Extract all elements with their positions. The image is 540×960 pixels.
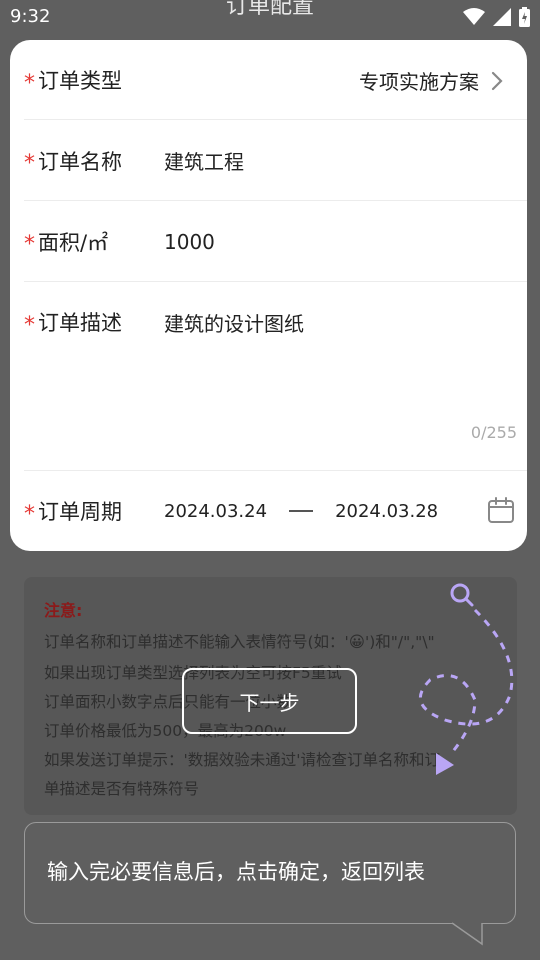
- area-label: 面积/㎡: [38, 230, 109, 255]
- order-form-card: * 订单类型 专项实施方案 * 订单名称 建筑工程 * 面积/㎡ 1000 * …: [10, 40, 527, 551]
- signal-icon: [493, 8, 511, 26]
- notice-line: 订单名称和订单描述不能输入表情符号(如：'😀')和"/","\": [44, 633, 435, 651]
- date-range-dash: [289, 510, 314, 512]
- description-textarea[interactable]: 建筑的设计图纸: [164, 308, 304, 337]
- tip-bubble-tail: [452, 922, 483, 946]
- tip-bubble: 输入完必要信息后，点击确定，返回列表: [24, 822, 516, 924]
- area-row: * 面积/㎡ 1000: [24, 201, 527, 282]
- required-mark: *: [24, 501, 35, 527]
- order-name-input[interactable]: 建筑工程: [164, 146, 244, 175]
- required-mark: *: [24, 151, 35, 176]
- notice-line: 单描述是否有特殊符号: [44, 780, 200, 798]
- notice-line: 如果发送订单提示：'数据效验未通过'请检查订单名称和订: [44, 751, 441, 769]
- area-input[interactable]: 1000: [164, 230, 215, 254]
- status-bar: 9:32 订单配置: [0, 0, 540, 36]
- description-label: 订单描述: [38, 311, 122, 335]
- wifi-icon: [463, 8, 485, 25]
- period-label: 订单周期: [38, 500, 122, 524]
- next-step-button[interactable]: 下一步: [182, 668, 357, 734]
- calendar-icon[interactable]: [487, 496, 515, 524]
- battery-icon: [519, 7, 530, 27]
- page-title: 订单配置: [225, 0, 314, 19]
- required-mark: *: [24, 232, 35, 257]
- description-counter: 0/255: [470, 423, 517, 442]
- notice-title: 注意:: [44, 601, 83, 620]
- period-start-date[interactable]: 2024.03.24: [164, 501, 267, 522]
- chevron-right-icon: [491, 71, 503, 90]
- period-end-date[interactable]: 2024.03.28: [335, 501, 438, 522]
- status-icons: [463, 7, 530, 27]
- required-mark: *: [24, 312, 35, 338]
- period-row: * 订单周期 2024.03.24 2024.03.28: [24, 471, 527, 551]
- order-type-select[interactable]: 专项实施方案: [359, 66, 503, 95]
- order-type-value: 专项实施方案: [359, 70, 479, 94]
- required-mark: *: [24, 70, 35, 96]
- order-type-label: 订单类型: [38, 69, 122, 93]
- order-name-row: * 订单名称 建筑工程: [24, 120, 527, 201]
- tip-text: 输入完必要信息后，点击确定，返回列表: [47, 860, 425, 884]
- description-row: * 订单描述 建筑的设计图纸: [24, 282, 527, 362]
- guide-path-decoration: [419, 583, 514, 775]
- order-name-label: 订单名称: [38, 149, 122, 174]
